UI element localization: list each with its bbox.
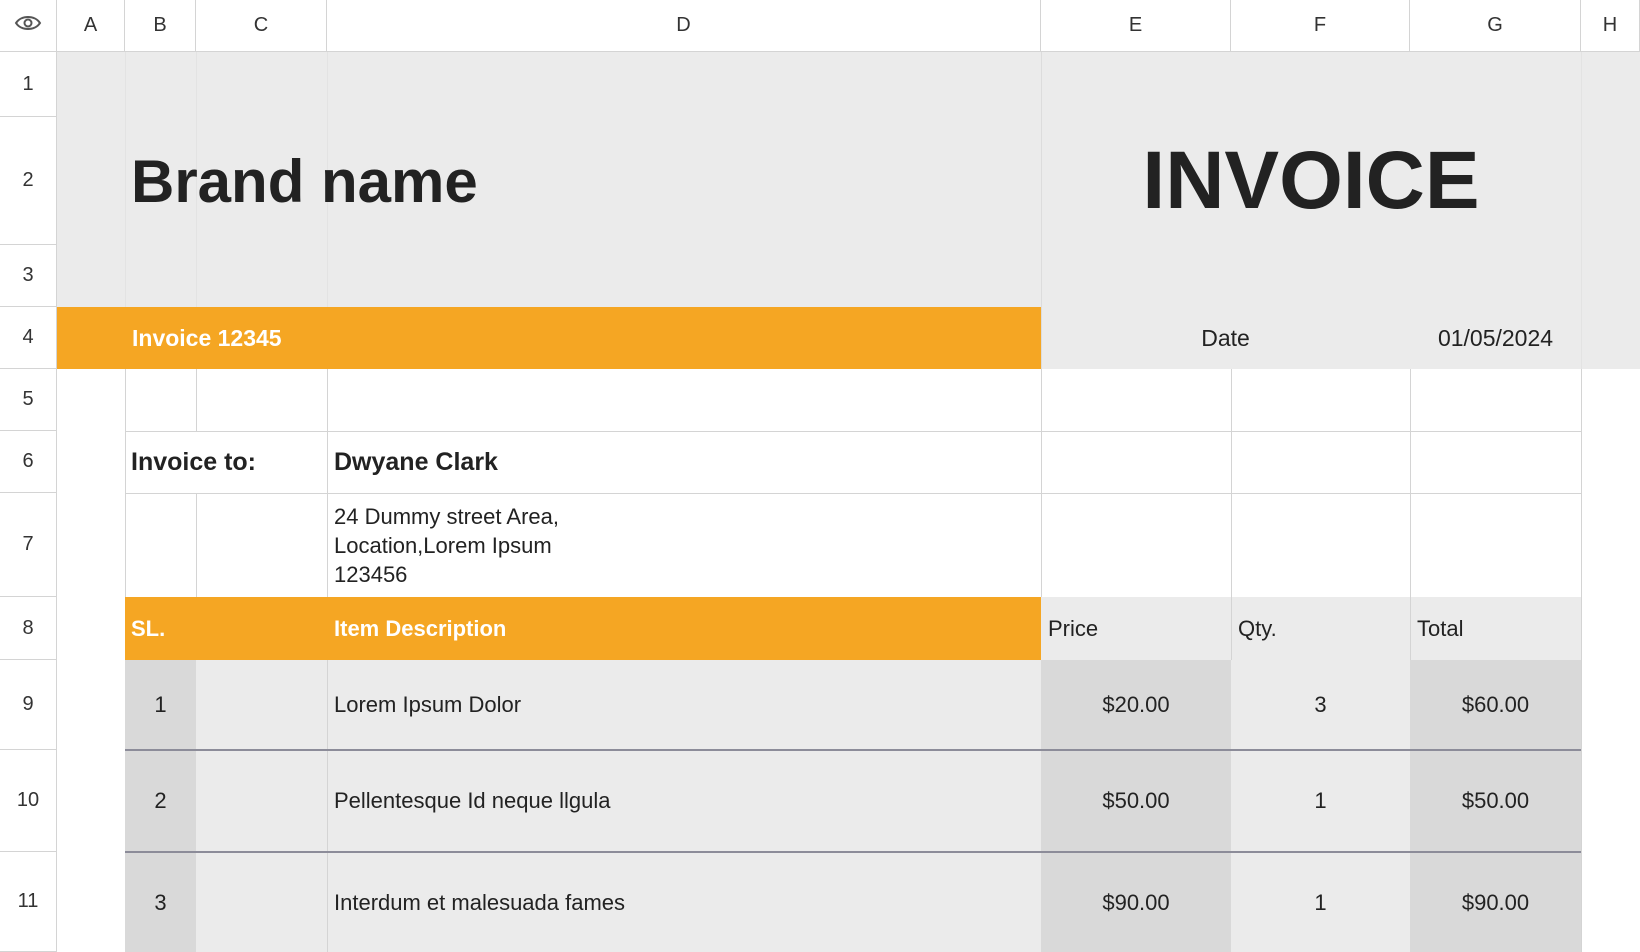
item-qty: 3 [1314,692,1327,717]
row-header-8[interactable]: 8 [0,597,57,660]
gridline [327,660,328,952]
item-price: $90.00 [1102,889,1170,915]
header-price: Price [1048,615,1099,641]
row-header-3[interactable]: 3 [0,245,57,307]
column-header-a[interactable]: A [57,0,125,52]
band-gridline [125,52,126,307]
gridline [196,493,197,597]
row-header-2[interactable]: 2 [0,117,57,245]
item-price: $50.00 [1102,788,1170,813]
header-description: Item Description [334,615,507,641]
date-label: Date [1201,324,1250,351]
header-total: Total [1417,615,1464,641]
header-sl: SL. [131,615,166,641]
row-header-1[interactable]: 1 [0,52,57,117]
column-header-g[interactable]: G [1410,0,1581,52]
item-description: Pellentesque Id neque llgula [334,788,611,813]
corner-cell[interactable] [0,0,57,52]
gridline [196,369,197,431]
bill-to-label: Invoice to: [131,447,257,476]
band-gridline [1581,52,1582,369]
gridline [125,369,126,597]
row-header-11[interactable]: 11 [0,852,57,952]
gridline [1410,369,1411,597]
header-qty: Qty. [1238,615,1277,641]
row-header-7[interactable]: 7 [0,493,57,597]
column-header-d[interactable]: D [327,0,1041,52]
column-header-e[interactable]: E [1041,0,1231,52]
invoice-title: INVOICE [1142,135,1480,226]
invoice-number: Invoice 12345 [57,307,1041,369]
item-price: $20.00 [1102,692,1170,717]
column-header-f[interactable]: F [1231,0,1410,52]
row-header-10[interactable]: 10 [0,750,57,852]
row-header-6[interactable]: 6 [0,431,57,493]
item-sl: 1 [154,692,167,717]
gridline [1581,597,1582,952]
column-header-c[interactable]: C [196,0,327,52]
bill-to-address: 24 Dummy street Area, Location,Lorem Ips… [334,503,559,587]
gridline [327,369,328,597]
gridline [1410,597,1411,660]
date-value: 01/05/2024 [1437,324,1554,351]
row-header-9[interactable]: 9 [0,660,57,750]
item-sl: 3 [154,889,167,915]
item-total: $50.00 [1461,788,1530,813]
row-header-5[interactable]: 5 [0,369,57,431]
item-total: $60.00 [1461,692,1530,717]
item-qty: 1 [1314,889,1327,915]
item-description: Lorem Ipsum Dolor [334,692,522,717]
eye-icon[interactable] [14,14,42,37]
gridline [1231,369,1232,597]
item-qty: 1 [1314,788,1327,813]
column-header-b[interactable]: B [125,0,196,52]
spreadsheet: A B C D E F G H 1 2 3 4 5 6 7 8 9 10 11 … [0,0,1640,952]
column-header-h[interactable]: H [1581,0,1640,52]
gridline [1581,369,1582,597]
gridline [1231,597,1232,660]
gridline [1041,369,1042,597]
item-description: Interdum et malesuada fames [334,889,626,915]
item-sl: 2 [154,788,167,813]
bill-to-name: Dwyane Clark [334,447,498,476]
item-total: $90.00 [1461,889,1530,915]
brand-name: Brand name [131,147,478,215]
row-header-4[interactable]: 4 [0,307,57,369]
